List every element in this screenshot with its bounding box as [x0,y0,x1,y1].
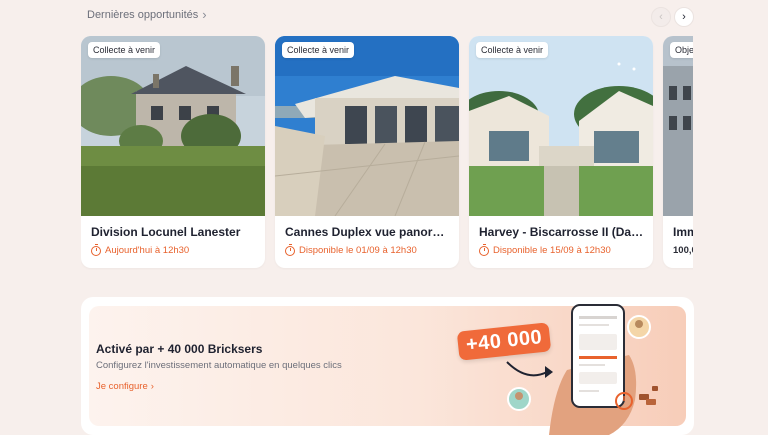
property-photo: Collecte à venir [469,36,653,216]
status-text: Disponible le 01/09 à 12h30 [299,245,417,256]
status-badge: Obje [670,42,693,58]
clock-icon [479,243,489,256]
card-status: Disponible le 15/09 à 12h30 [479,243,645,256]
card-title: Imm [673,225,693,239]
card-title: Cannes Duplex vue panoramiq... [285,225,451,239]
phone-illustration [506,304,658,435]
card-status: 100,0 [673,245,693,256]
opportunity-card[interactable]: Obje Imm 100,0 [663,36,693,268]
carousel-next-button[interactable]: › [674,7,694,27]
card-status: Disponible le 01/09 à 12h30 [285,243,451,256]
configure-link[interactable]: Je configure › [96,381,154,392]
carousel-prev-button[interactable]: ‹ [651,7,671,27]
status-badge: Collecte à venir [282,42,355,58]
status-text: 100,0 [673,245,693,256]
card-status: Aujourd'hui à 12h30 [91,243,257,256]
clock-icon [91,243,101,256]
promo-subtitle: Configurez l'investissement automatique … [96,360,342,371]
section-header[interactable]: Dernières opportunités › [87,8,207,21]
chevron-right-icon: › [150,381,154,392]
status-text: Disponible le 15/09 à 12h30 [493,245,611,256]
card-title: Harvey - Biscarrosse II (David ... [479,225,645,239]
opportunity-card[interactable]: Collecte à venir Harvey - Biscarrosse II… [469,36,653,268]
opportunity-card[interactable]: Collecte à venir Cannes Duplex vue panor… [275,36,459,268]
card-title: Division Locunel Lanester [91,225,241,239]
chevron-right-icon: › [202,7,207,22]
status-badge: Collecte à venir [476,42,549,58]
status-badge: Collecte à venir [88,42,161,58]
clock-icon [285,243,295,256]
property-photo: Obje [663,36,693,216]
property-photo: Collecte à venir [81,36,265,216]
status-text: Aujourd'hui à 12h30 [105,245,190,256]
chevron-right-icon: › [682,10,686,23]
opportunities-carousel: Collecte à venir Division Locunel Lanest… [81,36,693,270]
chevron-left-icon: ‹ [659,10,663,23]
section-title: Dernières opportunités [87,8,199,21]
configure-link-label: Je configure [96,381,148,392]
opportunity-card[interactable]: Collecte à venir Division Locunel Lanest… [81,36,265,268]
property-photo: Collecte à venir [275,36,459,216]
promo-title: Activé par + 40 000 Bricksers [96,342,263,356]
